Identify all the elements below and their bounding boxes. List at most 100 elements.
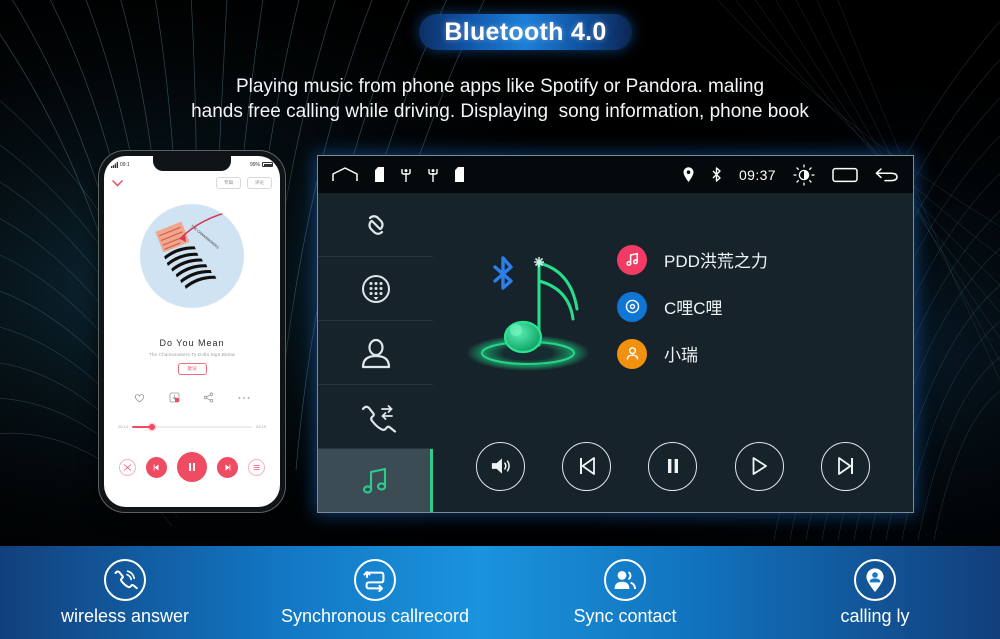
phone-pause-button[interactable]: [177, 452, 207, 482]
head-unit-clock: 09:37: [738, 166, 776, 183]
phone-playback-controls: [104, 452, 280, 482]
description-text: Playing music from phone apps like Spoti…: [0, 74, 1000, 124]
head-unit-status-bar: 09:37: [318, 156, 913, 193]
bluetooth-icon: [712, 167, 721, 182]
description-line-1: Playing music from phone apps like Spoti…: [235, 76, 765, 97]
head-unit-content: PDD洪荒之力 C哩C哩 小瑞: [433, 193, 913, 420]
feature-label: Sync contact: [573, 605, 677, 626]
phone-progress: 00:14 03:19: [118, 423, 266, 430]
list-item[interactable]: 小瑞: [617, 338, 913, 369]
phone-notch: [153, 156, 231, 171]
contacts-people-icon: [604, 558, 646, 601]
bluetooth-version-badge: Bluetooth 4.0: [419, 14, 632, 50]
next-icon: [837, 457, 853, 475]
signal-icon: [111, 161, 118, 168]
feature-bar: wireless answer Synchronous callrecord S…: [0, 546, 1000, 639]
phone-shuffle-button[interactable]: [119, 458, 136, 476]
album-art: THE CHAINSMOKERS: [140, 204, 244, 308]
feature-synchronous-callrecord[interactable]: Synchronous callrecord: [250, 558, 500, 627]
feature-label: calling ly: [840, 605, 910, 626]
dialpad-icon: [361, 274, 390, 303]
list-item[interactable]: C哩C哩: [617, 291, 913, 322]
contacts-icon: [361, 338, 390, 368]
pause-button[interactable]: [648, 441, 698, 491]
sd-card-icon[interactable]: [455, 167, 464, 182]
phone-previous-button[interactable]: [146, 456, 167, 478]
bluetooth-music-note-icon: [466, 255, 590, 371]
smartphone-mockup: 09:1 99% 专辑 评论 THE CHAINSMOKERS Do You M…: [99, 151, 285, 512]
head-unit-main: PDD洪荒之力 C哩C哩 小瑞: [433, 193, 913, 512]
phone-carrier-label: 09:1: [120, 161, 130, 168]
ringing-phone-icon: [104, 558, 146, 601]
music-note-icon: [617, 244, 647, 275]
list-item[interactable]: PDD洪荒之力: [617, 244, 913, 275]
back-icon[interactable]: [875, 166, 899, 184]
phone-song-artist: The Chainsmokers,Ty Dolla Sign,Bülow: [148, 352, 236, 357]
sidebar-item-dialpad[interactable]: [318, 257, 433, 321]
feature-calling-ly[interactable]: calling ly: [750, 558, 1000, 627]
caller-pin-icon: [854, 558, 896, 601]
pair-link-icon: [367, 214, 384, 235]
sidebar-item-music[interactable]: [318, 449, 433, 512]
previous-icon: [579, 457, 595, 475]
phone-action-row: [104, 392, 280, 403]
sd-card-icon[interactable]: [375, 167, 384, 182]
sync-arrows-icon: [354, 558, 396, 601]
list-item-label: 小瑞: [664, 346, 698, 365]
previous-button[interactable]: [562, 441, 612, 491]
share-icon[interactable]: [203, 392, 214, 403]
phone-progress-bar[interactable]: [132, 423, 252, 430]
feature-sync-contact[interactable]: Sync contact: [500, 558, 750, 627]
sidebar-item-pair[interactable]: [318, 193, 433, 257]
playlist: PDD洪荒之力 C哩C哩 小瑞: [603, 244, 913, 369]
brightness-icon[interactable]: [793, 164, 815, 186]
chevron-down-icon[interactable]: [112, 179, 123, 187]
feature-label: Synchronous callrecord: [280, 605, 470, 626]
description-line-2: hands free calling while driving. Displa…: [191, 101, 809, 122]
phone-song-title: Do You Mean: [159, 338, 225, 348]
music-icon: [362, 467, 386, 493]
head-unit-sidebar: [318, 193, 433, 512]
usb-icon[interactable]: [401, 167, 411, 182]
phone-total-time: 03:19: [255, 424, 266, 429]
phone-chip-album[interactable]: 专辑: [216, 177, 241, 189]
feature-wireless-answer[interactable]: wireless answer: [0, 558, 250, 627]
play-icon: [752, 457, 768, 475]
list-item-label: C哩C哩: [664, 299, 723, 318]
phone-progress-knob[interactable]: [149, 423, 156, 430]
next-button[interactable]: [821, 441, 871, 491]
badge-label: Bluetooth 4.0: [444, 17, 607, 46]
head-unit-body: PDD洪荒之力 C哩C哩 小瑞: [318, 193, 913, 512]
battery-icon: [262, 162, 273, 167]
volume-icon: [491, 458, 510, 474]
head-unit-playback-controls: [433, 420, 913, 512]
phone-chip-comment[interactable]: 评论: [247, 177, 272, 189]
volume-button[interactable]: [475, 441, 525, 491]
phone-next-button[interactable]: [217, 456, 238, 478]
location-pin-icon: [683, 167, 694, 182]
disc-icon: [617, 291, 647, 322]
download-icon[interactable]: [169, 392, 180, 403]
sidebar-item-call-record[interactable]: [318, 385, 433, 449]
car-head-unit: 09:37 PDD洪荒之力 C哩C哩 小瑞: [317, 155, 914, 513]
call-record-icon: [361, 404, 396, 433]
more-icon[interactable]: [238, 396, 250, 400]
usb-icon[interactable]: [428, 167, 438, 182]
recents-icon[interactable]: [832, 166, 858, 184]
phone-elapsed-time: 00:14: [118, 424, 129, 429]
phone-top-controls: 专辑 评论: [104, 175, 280, 191]
home-icon[interactable]: [332, 167, 358, 182]
play-button[interactable]: [734, 441, 784, 491]
pause-icon: [667, 459, 678, 473]
bluetooth-music-hero: [453, 227, 603, 387]
phone-lyrics-tag[interactable]: 歌词: [177, 363, 207, 375]
feature-label: wireless answer: [60, 605, 190, 626]
phone-playlist-button[interactable]: [248, 458, 265, 476]
phone-song-info: Do You Mean The Chainsmokers,Ty Dolla Si…: [104, 338, 280, 375]
sidebar-item-contacts[interactable]: [318, 321, 433, 385]
phone-screen: 09:1 99% 专辑 评论 THE CHAINSMOKERS Do You M…: [104, 156, 280, 507]
phone-battery-label: 99%: [249, 161, 260, 168]
list-item-label: PDD洪荒之力: [664, 252, 768, 271]
heart-icon[interactable]: [134, 393, 145, 403]
person-icon: [617, 338, 647, 369]
